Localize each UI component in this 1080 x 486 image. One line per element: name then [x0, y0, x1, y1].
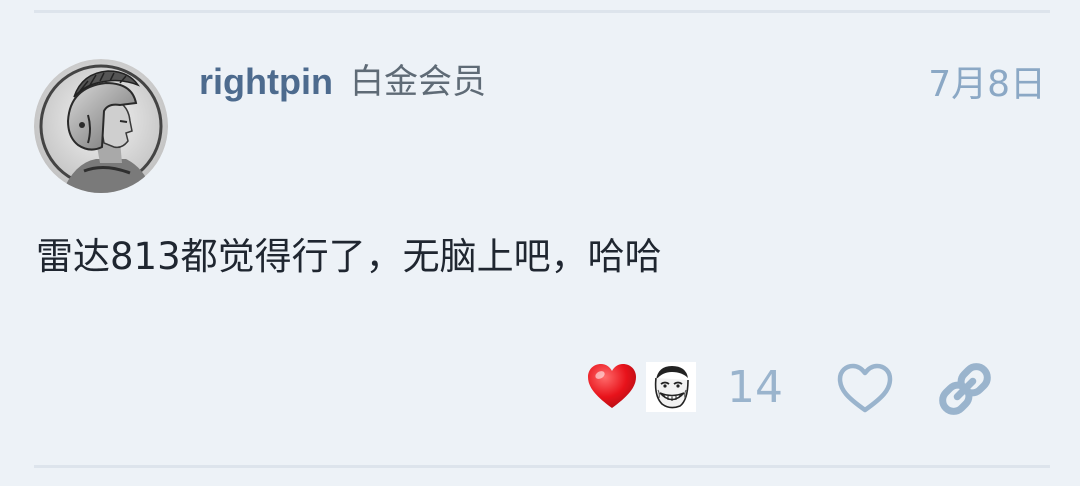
like-button[interactable] — [834, 362, 896, 416]
share-link-button[interactable] — [934, 360, 996, 418]
user-title-badge: 白金会员 — [350, 62, 486, 102]
post-body: 雷达813都觉得行了，无脑上吧，哈哈 — [36, 235, 662, 278]
heart-outline-icon — [837, 363, 893, 413]
troll-face-reaction-icon[interactable] — [646, 362, 696, 412]
post: rightpin 白金会员 7月8日 雷达813都觉得行了，无脑上吧，哈哈 14 — [0, 0, 1080, 486]
heart-reaction-icon[interactable] — [586, 362, 638, 412]
bottom-divider — [34, 465, 1050, 468]
top-divider — [34, 10, 1050, 13]
username[interactable]: rightpin — [199, 60, 333, 104]
post-date[interactable]: 7月8日 — [928, 63, 1046, 107]
avatar[interactable] — [34, 59, 168, 193]
reaction-count[interactable]: 14 — [727, 360, 783, 416]
spartan-helmet-avatar-icon — [34, 59, 168, 193]
link-icon — [939, 363, 991, 415]
